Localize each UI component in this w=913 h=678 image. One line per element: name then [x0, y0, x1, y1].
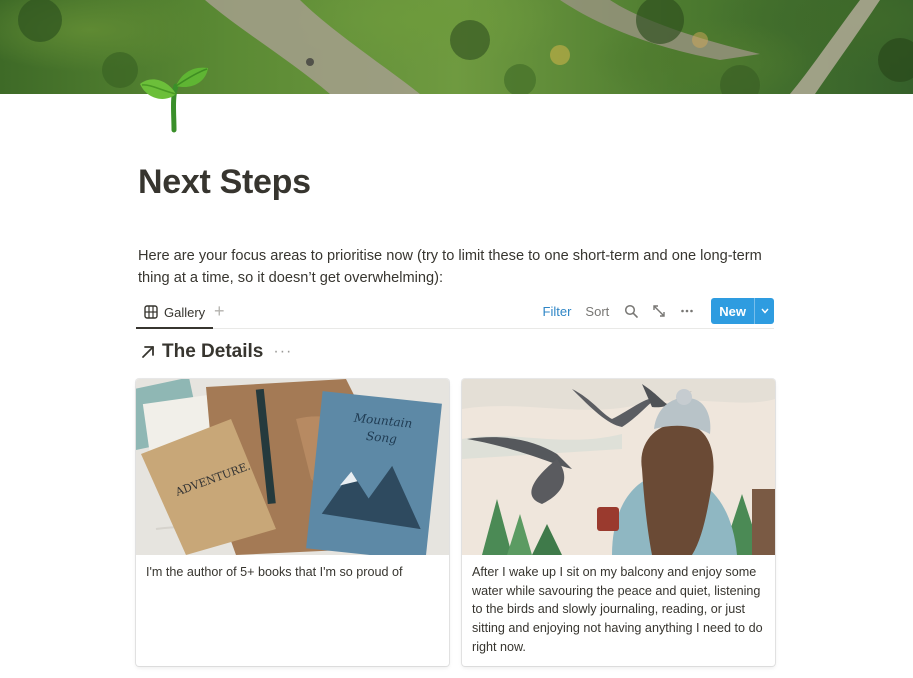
card-cover-image: ADVENTURE. Mountain Song: [136, 379, 449, 555]
card-title: After I wake up I sit on my balcony and …: [472, 565, 763, 654]
linked-database-heading[interactable]: The Details ···: [140, 340, 292, 364]
arrow-up-right-icon: [140, 344, 156, 360]
notion-page: Next Steps Here are your focus areas to …: [0, 0, 913, 678]
database-toolbar: Filter Sort New: [543, 297, 774, 325]
expand-icon[interactable]: [651, 303, 667, 319]
new-button[interactable]: New: [711, 298, 774, 324]
gallery-card[interactable]: ADVENTURE. Mountain Song I'm the author …: [136, 379, 449, 666]
tab-gallery[interactable]: Gallery: [136, 297, 214, 329]
card-cover-image: [462, 379, 775, 555]
seedling-icon[interactable]: [136, 64, 212, 134]
tab-gallery-label: Gallery: [164, 304, 206, 320]
sort-button[interactable]: Sort: [585, 304, 609, 319]
new-button-label[interactable]: New: [711, 298, 754, 324]
intro-text[interactable]: Here are your focus areas to prioritise …: [138, 245, 763, 289]
more-icon[interactable]: [679, 303, 695, 319]
filter-button[interactable]: Filter: [543, 304, 572, 319]
gallery-icon: [144, 305, 158, 319]
page-title[interactable]: Next Steps: [138, 163, 311, 202]
search-icon[interactable]: [623, 303, 639, 319]
add-view-icon[interactable]: +: [214, 302, 230, 320]
section-title: The Details: [162, 341, 264, 362]
section-more-icon[interactable]: ···: [273, 343, 292, 361]
gallery-card[interactable]: After I wake up I sit on my balcony and …: [462, 379, 775, 666]
card-title: I'm the author of 5+ books that I'm so p…: [146, 565, 403, 579]
database-view-bar: Gallery + Filter Sort New: [136, 297, 774, 329]
chevron-down-icon[interactable]: [754, 298, 774, 324]
